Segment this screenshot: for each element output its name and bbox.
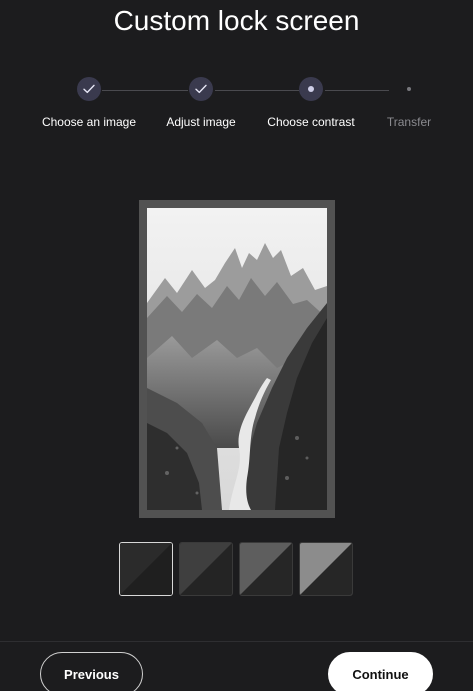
step-label: Transfer xyxy=(386,115,432,129)
lock-screen-preview xyxy=(139,200,335,518)
step-label: Choose an image xyxy=(41,115,137,129)
contrast-option-3[interactable] xyxy=(239,542,293,596)
contrast-options xyxy=(119,542,359,598)
upcoming-step-dot-icon xyxy=(397,77,421,101)
custom-lock-screen-page: Custom lock screen Choose an image Adjus… xyxy=(0,0,473,691)
mountain-landscape-image xyxy=(147,208,327,510)
page-title: Custom lock screen xyxy=(113,5,360,36)
step-choose-image[interactable]: Choose an image xyxy=(29,77,149,129)
check-icon xyxy=(189,77,213,101)
contrast-option-1[interactable] xyxy=(119,542,173,596)
step-adjust-image[interactable]: Adjust image xyxy=(141,77,261,129)
continue-button[interactable]: Continue xyxy=(328,652,433,691)
contrast-option-4[interactable] xyxy=(299,542,353,596)
current-step-dot-icon xyxy=(299,77,323,101)
footer-divider xyxy=(0,641,473,642)
contrast-option-2[interactable] xyxy=(179,542,233,596)
stepper: Choose an image Adjust image Choose cont… xyxy=(0,77,473,137)
check-icon xyxy=(77,77,101,101)
previous-button[interactable]: Previous xyxy=(40,652,143,691)
step-transfer: Transfer xyxy=(349,77,469,129)
step-label: Adjust image xyxy=(166,115,236,129)
